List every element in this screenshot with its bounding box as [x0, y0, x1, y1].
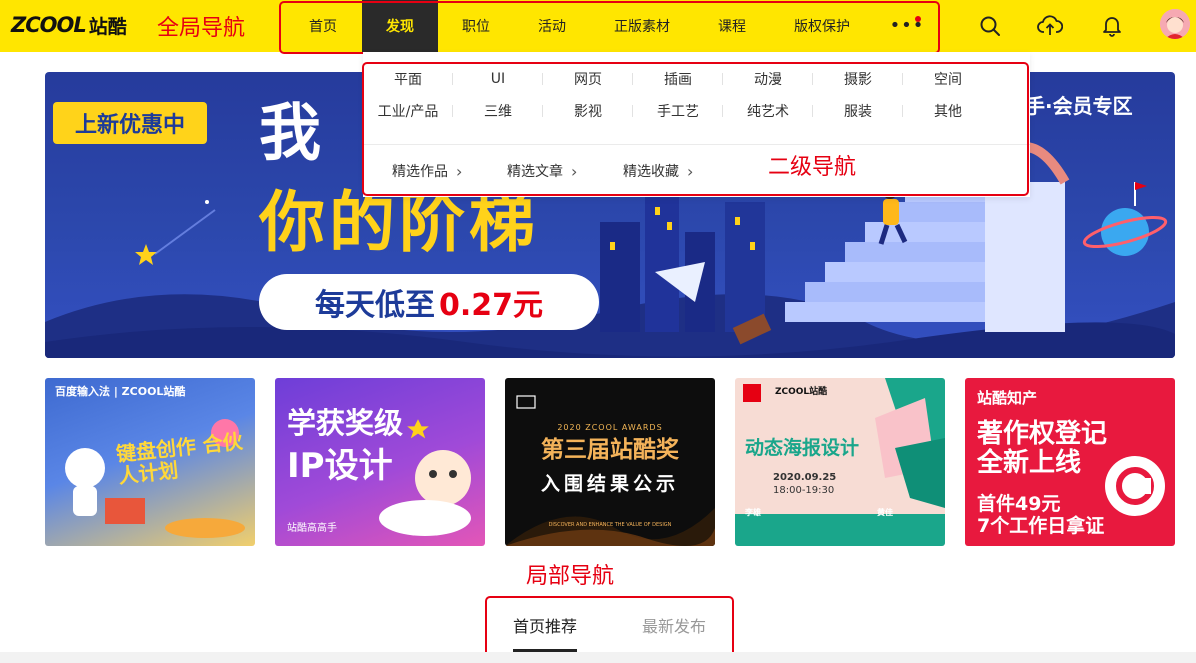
logo-latin: ZCOOL — [11, 13, 87, 37]
card-top-text: 站酷知产 — [977, 389, 1038, 407]
upload-icon[interactable] — [1034, 10, 1066, 42]
nav-item-discover[interactable]: 发现 — [362, 0, 438, 52]
category-item[interactable]: UI — [453, 70, 543, 88]
nav-item-home[interactable]: 首页 — [284, 0, 362, 52]
event-date: 2020.09.25 — [773, 472, 837, 483]
banner-price-pill: 每天低至 0.27元 — [259, 274, 599, 330]
nav-item-stock[interactable]: 正版素材 — [590, 0, 694, 52]
banner-headline-1: 我 — [259, 96, 322, 169]
card-title: 著作权登记 全新上线 — [977, 419, 1108, 478]
featured-works-label: 精选作品 — [392, 164, 448, 180]
banner-headline-2: 你的阶梯 — [259, 184, 539, 261]
featured-articles-link[interactable]: 精选文章 › — [507, 161, 577, 181]
dropdown-divider — [363, 144, 1030, 145]
secondary-nav-dropdown: 平面 UI 网页 插画 动漫 摄影 空间 工业/产品 三维 影视 手工艺 纯艺术… — [363, 52, 1030, 197]
banner-tag: 上新优惠中 — [53, 102, 207, 144]
category-item[interactable]: 工业/产品 — [363, 102, 453, 120]
nav-item-jobs[interactable]: 职位 — [438, 0, 514, 52]
card-title: 动态海报设计 — [745, 437, 860, 459]
category-item[interactable]: 影视 — [543, 102, 633, 120]
card-title: 第三届站酷奖 — [541, 437, 679, 463]
card-subtitle: 入围结果公示 — [540, 473, 679, 495]
nav-item-events[interactable]: 活动 — [514, 0, 590, 52]
speaker-1: 李雄 — [745, 508, 761, 517]
avatar[interactable] — [1160, 9, 1190, 39]
featured-collections-link[interactable]: 精选收藏 › — [623, 161, 693, 181]
chevron-right-icon: › — [456, 161, 463, 181]
card-top-text: 2020 ZCOOL AWARDS — [557, 423, 663, 432]
card-line-2: 7个工作日拿证 — [977, 515, 1105, 537]
chevron-right-icon: › — [687, 161, 694, 181]
card-top-text: ZCOOL站酷 — [775, 387, 828, 397]
category-item[interactable]: 手工艺 — [633, 102, 723, 120]
category-item[interactable]: 动漫 — [723, 70, 813, 88]
featured-works-link[interactable]: 精选作品 › — [392, 161, 462, 181]
category-item[interactable]: 插画 — [633, 70, 723, 88]
price-value: 0.27元 — [438, 288, 544, 323]
promo-card-baidu[interactable]: 百度输入法 | ZCOOL站酷 键盘创作 合伙人计划 — [45, 378, 255, 546]
nav-item-copyright[interactable]: 版权保护 — [770, 0, 874, 52]
category-item[interactable]: 纯艺术 — [723, 102, 813, 120]
card-illustration — [735, 378, 945, 546]
chevron-right-icon: › — [571, 161, 578, 181]
category-item[interactable]: 空间 — [903, 70, 993, 88]
category-item[interactable]: 服装 — [813, 102, 903, 120]
category-grid: 平面 UI 网页 插画 动漫 摄影 空间 工业/产品 三维 影视 手工艺 纯艺术… — [363, 70, 1003, 120]
promo-card-ip-design[interactable]: 学获奖级 IP设计 站酷高高手 — [275, 378, 485, 546]
bell-icon[interactable] — [1096, 10, 1128, 42]
global-nav: 首页 发现 职位 活动 正版素材 课程 版权保护 ••• — [284, 0, 940, 52]
annotation-secondary-nav: 二级导航 — [768, 155, 857, 180]
notification-dot — [915, 16, 921, 22]
search-icon[interactable] — [974, 10, 1006, 42]
promo-card-copyright[interactable]: 站酷知产 著作权登记 全新上线 首件49元 7个工作日拿证 — [965, 378, 1175, 546]
zcool-logo[interactable]: ZCOOL 站酷 — [11, 10, 127, 40]
global-header: ZCOOL 站酷 全局导航 首页 发现 职位 活动 正版素材 课程 版权保护 •… — [0, 0, 1196, 52]
category-item[interactable]: 其他 — [903, 102, 993, 120]
category-item[interactable]: 平面 — [363, 70, 453, 88]
card-illustration — [379, 419, 471, 536]
category-item[interactable]: 摄影 — [813, 70, 903, 88]
speaker-2: 黄佳 — [877, 508, 893, 517]
promo-card-awards[interactable]: 2020 ZCOOL AWARDS 第三届站酷奖 入围结果公示 DISCOVER… — [505, 378, 715, 546]
nav-item-more[interactable]: ••• — [874, 0, 940, 52]
tab-recommended[interactable]: 首页推荐 — [513, 613, 577, 637]
banner-member-text: 手·会员专区 — [1025, 94, 1133, 118]
annotation-local-nav: 局部导航 — [526, 564, 615, 589]
category-item[interactable]: 网页 — [543, 70, 633, 88]
card-footer: DISCOVER AND ENHANCE THE VALUE OF DESIGN — [548, 522, 672, 528]
card-line-1: 首件49元 — [977, 493, 1061, 515]
featured-collections-label: 精选收藏 — [623, 164, 679, 180]
tab-latest[interactable]: 最新发布 — [642, 613, 706, 637]
card-footer: 站酷高高手 — [287, 523, 337, 534]
featured-articles-label: 精选文章 — [507, 164, 563, 180]
promo-card-poster[interactable]: ZCOOL站酷 动态海报设计 2020.09.25 18:00-19:30 李雄… — [735, 378, 945, 546]
annotation-global-nav: 全局导航 — [157, 16, 246, 41]
content-area-edge — [0, 652, 1196, 663]
nav-item-courses[interactable]: 课程 — [694, 0, 770, 52]
event-time: 18:00-19:30 — [773, 485, 835, 496]
logo-cn: 站酷 — [88, 15, 127, 38]
price-prefix: 每天低至 — [314, 288, 435, 323]
category-item[interactable]: 三维 — [453, 102, 543, 120]
